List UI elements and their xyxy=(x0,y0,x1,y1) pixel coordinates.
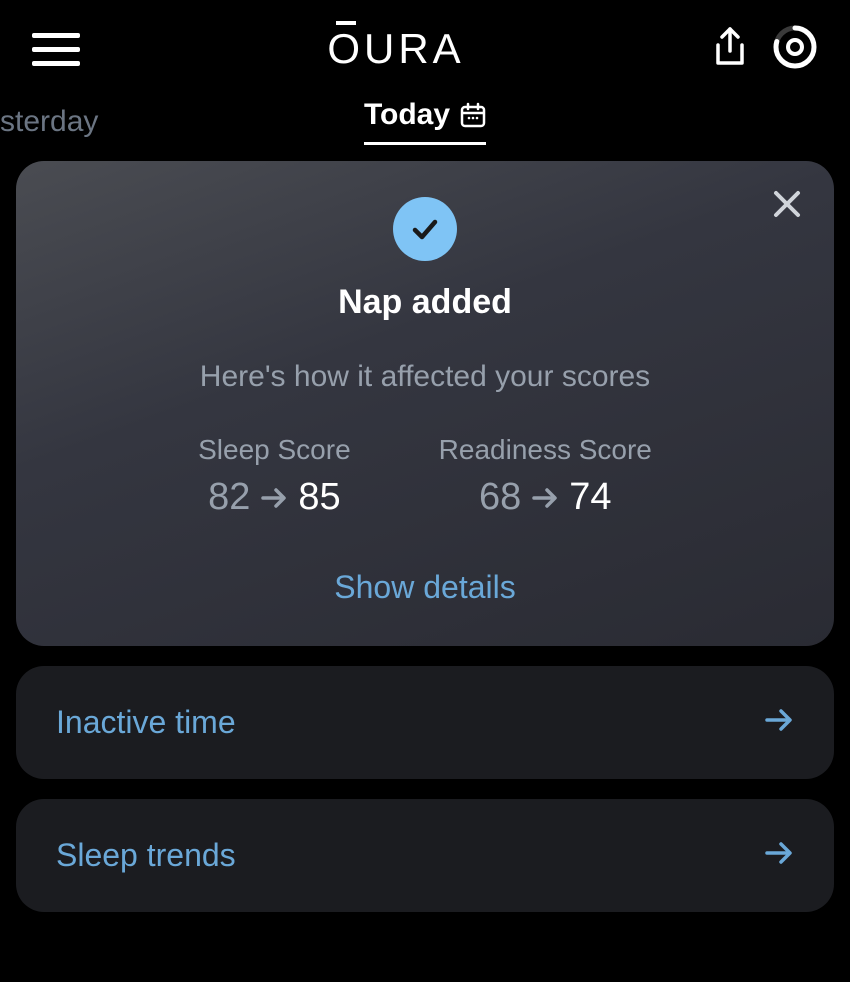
show-details-button[interactable]: Show details xyxy=(56,569,794,606)
nap-card-subtitle: Here's how it affected your scores xyxy=(56,360,794,394)
tab-today[interactable]: Today xyxy=(364,98,486,145)
inactive-time-label: Inactive time xyxy=(56,704,236,741)
readiness-score-before: 68 xyxy=(479,476,521,519)
menu-icon[interactable] xyxy=(32,33,80,66)
sleep-score-after: 85 xyxy=(298,476,340,519)
header-left xyxy=(32,33,80,66)
sleep-score-before: 82 xyxy=(208,476,250,519)
sleep-trends-label: Sleep trends xyxy=(56,837,236,874)
ring-progress-icon[interactable] xyxy=(772,24,818,75)
share-icon[interactable] xyxy=(712,27,748,72)
tab-today-label: Today xyxy=(364,98,450,132)
close-icon[interactable] xyxy=(772,189,802,224)
nap-added-card: Nap added Here's how it affected your sc… xyxy=(16,161,834,646)
readiness-score-values: 68 74 xyxy=(439,476,652,519)
readiness-score-after: 74 xyxy=(569,476,611,519)
tab-yesterday[interactable]: sterday xyxy=(0,105,98,139)
main-content: Nap added Here's how it affected your sc… xyxy=(0,161,850,912)
readiness-score-label: Readiness Score xyxy=(439,434,652,466)
chevron-right-icon xyxy=(764,838,794,873)
arrow-right-icon xyxy=(531,484,559,512)
date-tabs: sterday Today xyxy=(0,90,850,161)
calendar-icon xyxy=(460,102,486,128)
header-right xyxy=(712,24,818,75)
sleep-trends-card[interactable]: Sleep trends xyxy=(16,799,834,912)
chevron-right-icon xyxy=(764,705,794,740)
app-header: OURA xyxy=(0,0,850,90)
readiness-score-block: Readiness Score 68 74 xyxy=(439,434,652,519)
sleep-score-values: 82 85 xyxy=(198,476,351,519)
sleep-score-label: Sleep Score xyxy=(198,434,351,466)
check-icon xyxy=(393,197,457,261)
arrow-right-icon xyxy=(260,484,288,512)
score-comparison: Sleep Score 82 85 Readiness Score 68 xyxy=(56,434,794,519)
inactive-time-card[interactable]: Inactive time xyxy=(16,666,834,779)
nap-card-title: Nap added xyxy=(56,283,794,322)
app-logo: OURA xyxy=(327,25,464,73)
sleep-score-block: Sleep Score 82 85 xyxy=(198,434,351,519)
